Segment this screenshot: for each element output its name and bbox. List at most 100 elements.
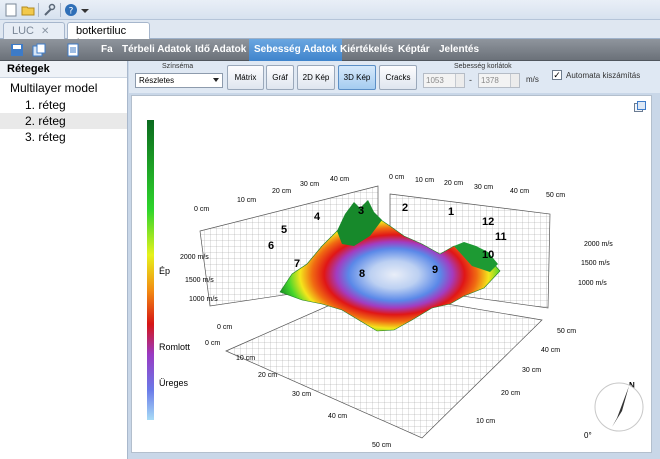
menu-kiertekeles[interactable]: Kiértékelés bbox=[335, 39, 398, 61]
left-wall-cm-label: 40 cm bbox=[330, 176, 349, 183]
right-wall-ms-label: 1500 m/s bbox=[581, 260, 610, 267]
menu-sebesseg-adatok[interactable]: Sebesség Adatok bbox=[249, 39, 342, 61]
tab-luc[interactable]: LUC ✕ bbox=[3, 22, 65, 39]
right-wall-cm-label: 10 cm bbox=[415, 177, 434, 184]
quick-access-toolbar: ? bbox=[0, 0, 660, 20]
auto-calc-label: Automata kiszámítás bbox=[566, 71, 641, 80]
tab-botkertiluc[interactable]: botkertiluc *✕ bbox=[67, 22, 150, 49]
sensor-number-3: 3 bbox=[358, 205, 364, 217]
right-wall-ms-label: 1000 m/s bbox=[578, 280, 607, 287]
view-button-matrix[interactable]: Mátrix bbox=[227, 65, 264, 90]
floor-left-cm-label: 40 cm bbox=[328, 413, 347, 420]
menu-jelentes[interactable]: Jelentés bbox=[434, 39, 484, 61]
right-wall-cm-label: 30 cm bbox=[474, 184, 493, 191]
toolbar-separator bbox=[38, 3, 39, 17]
right-wall-cm-label: 0 cm bbox=[389, 174, 404, 181]
left-wall-cm-label: 30 cm bbox=[300, 181, 319, 188]
toolbar-separator bbox=[60, 3, 61, 17]
spinner-icon[interactable] bbox=[510, 74, 519, 87]
view-settings-icon[interactable] bbox=[634, 101, 646, 113]
floor-left-cm-label: 10 cm bbox=[236, 355, 255, 362]
view-button-2d[interactable]: 2D Kép bbox=[297, 65, 335, 90]
floor-right-cm-label: 50 cm bbox=[557, 328, 576, 335]
sensor-number-5: 5 bbox=[281, 224, 287, 236]
close-icon[interactable]: ✕ bbox=[41, 26, 49, 37]
menu-ido-adatok[interactable]: Idő Adatok bbox=[190, 39, 251, 61]
view-button-graph[interactable]: Gráf bbox=[266, 65, 294, 90]
ribbon-menu: Fa Térbeli Adatok Idő Adatok Sebesség Ad… bbox=[0, 39, 660, 61]
speed-limits-label: Sebesség korlátok bbox=[454, 63, 512, 70]
right-wall-ms-label: 2000 m/s bbox=[584, 241, 613, 248]
wrench-icon[interactable] bbox=[42, 3, 56, 17]
new-document-icon[interactable] bbox=[4, 3, 18, 17]
layers-panel-title: Rétegek bbox=[0, 61, 127, 78]
menu-fa[interactable]: Fa bbox=[96, 39, 118, 61]
spinner-icon[interactable] bbox=[455, 74, 464, 87]
chevron-down-icon[interactable] bbox=[78, 3, 92, 17]
left-wall-ms-label: 1500 m/s bbox=[185, 277, 214, 284]
floor-left-cm-label: 0 cm bbox=[205, 340, 220, 347]
speed-unit: m/s bbox=[526, 75, 539, 84]
left-wall-cm-label: 20 cm bbox=[272, 188, 291, 195]
tree-item-layer-1[interactable]: 1. réteg bbox=[0, 97, 127, 113]
floor-right-cm-label: 20 cm bbox=[501, 390, 520, 397]
color-scheme-label: Színséma bbox=[162, 63, 194, 70]
floor-left-cm-label: 50 cm bbox=[372, 442, 391, 449]
legend-label-ep: Ép bbox=[159, 266, 171, 276]
speed-max-input[interactable]: 1378 bbox=[478, 73, 520, 88]
svg-text:?: ? bbox=[69, 7, 74, 17]
view-button-3d[interactable]: 3D Kép bbox=[338, 65, 376, 90]
legend-label-romlott: Romlott bbox=[159, 342, 191, 352]
sensor-number-6: 6 bbox=[268, 240, 274, 252]
compass-angle-label: 0° bbox=[584, 431, 592, 440]
tree-item-layer-3[interactable]: 3. réteg bbox=[0, 129, 127, 145]
save-icon[interactable] bbox=[10, 43, 24, 57]
sensor-number-2: 2 bbox=[402, 202, 408, 214]
3d-viewport[interactable]: 0 cm 10 cm 20 cm 30 cm 40 cm 0 cm 10 cm 20 cm 30… bbox=[131, 95, 652, 453]
sensor-number-10: 10 bbox=[482, 249, 494, 261]
left-wall-cm-label: 10 cm bbox=[237, 197, 256, 204]
speed-min-value: 1053 bbox=[426, 76, 444, 85]
speed-dash: - bbox=[469, 75, 472, 85]
floor-left-cm-label: 20 cm bbox=[258, 372, 277, 379]
open-folder-icon[interactable] bbox=[21, 3, 35, 17]
left-wall-ms-label: 2000 m/s bbox=[180, 254, 209, 261]
chevron-down-icon bbox=[213, 78, 219, 82]
sensor-number-4: 4 bbox=[314, 211, 321, 223]
right-wall-cm-label: 40 cm bbox=[510, 188, 529, 195]
tab-label: LUC bbox=[12, 25, 35, 37]
sensor-number-7: 7 bbox=[294, 258, 300, 270]
sensor-number-1: 1 bbox=[448, 206, 454, 218]
right-wall-cm-label: 50 cm bbox=[546, 192, 565, 199]
color-scheme-select[interactable]: Részletes bbox=[135, 73, 223, 88]
document-icon[interactable] bbox=[66, 43, 80, 57]
color-legend-bar bbox=[147, 120, 154, 420]
legend-label-ureges: Üreges bbox=[159, 378, 189, 388]
sensor-number-11: 11 bbox=[495, 231, 507, 243]
menu-keptar[interactable]: Képtár bbox=[393, 39, 435, 61]
view-button-cracks[interactable]: Cracks bbox=[379, 65, 417, 90]
floor-left-cm-label: 30 cm bbox=[292, 391, 311, 398]
tree-root-multilayer-model[interactable]: Multilayer model bbox=[10, 81, 97, 95]
speed-min-input[interactable]: 1053 bbox=[423, 73, 465, 88]
right-wall-cm-label: 20 cm bbox=[444, 180, 463, 187]
floor-right-cm-label: 40 cm bbox=[541, 347, 560, 354]
document-tab-strip: LUC ✕ botkertiluc *✕ bbox=[0, 20, 660, 49]
tree-item-layer-2[interactable]: 2. réteg bbox=[0, 113, 127, 129]
floor-left-cm-label: 0 cm bbox=[217, 324, 232, 331]
speed-max-value: 1378 bbox=[481, 76, 499, 85]
auto-calc-checkbox[interactable]: ✓ bbox=[552, 70, 562, 80]
export-icon[interactable] bbox=[32, 43, 46, 57]
color-scheme-value: Részletes bbox=[139, 76, 175, 85]
sensor-number-12: 12 bbox=[482, 216, 494, 228]
3d-plot[interactable]: 0 cm10 cm20 cm30 cm40 cm 0 cm 10 cm 20 cm30… bbox=[132, 96, 652, 453]
floor-right-cm-label: 30 cm bbox=[522, 367, 541, 374]
compass-dial bbox=[594, 382, 644, 432]
sensor-number-8: 8 bbox=[359, 268, 365, 280]
sensor-number-9: 9 bbox=[432, 264, 438, 276]
left-wall-cm-label: 0 cm bbox=[194, 206, 209, 213]
floor-right-cm-label: 10 cm bbox=[476, 418, 495, 425]
menu-terbeli-adatok[interactable]: Térbeli Adatok bbox=[117, 39, 196, 61]
layers-panel: Rétegek Multilayer model 1. réteg 2. rét… bbox=[0, 61, 128, 459]
help-icon[interactable]: ? bbox=[64, 3, 78, 17]
